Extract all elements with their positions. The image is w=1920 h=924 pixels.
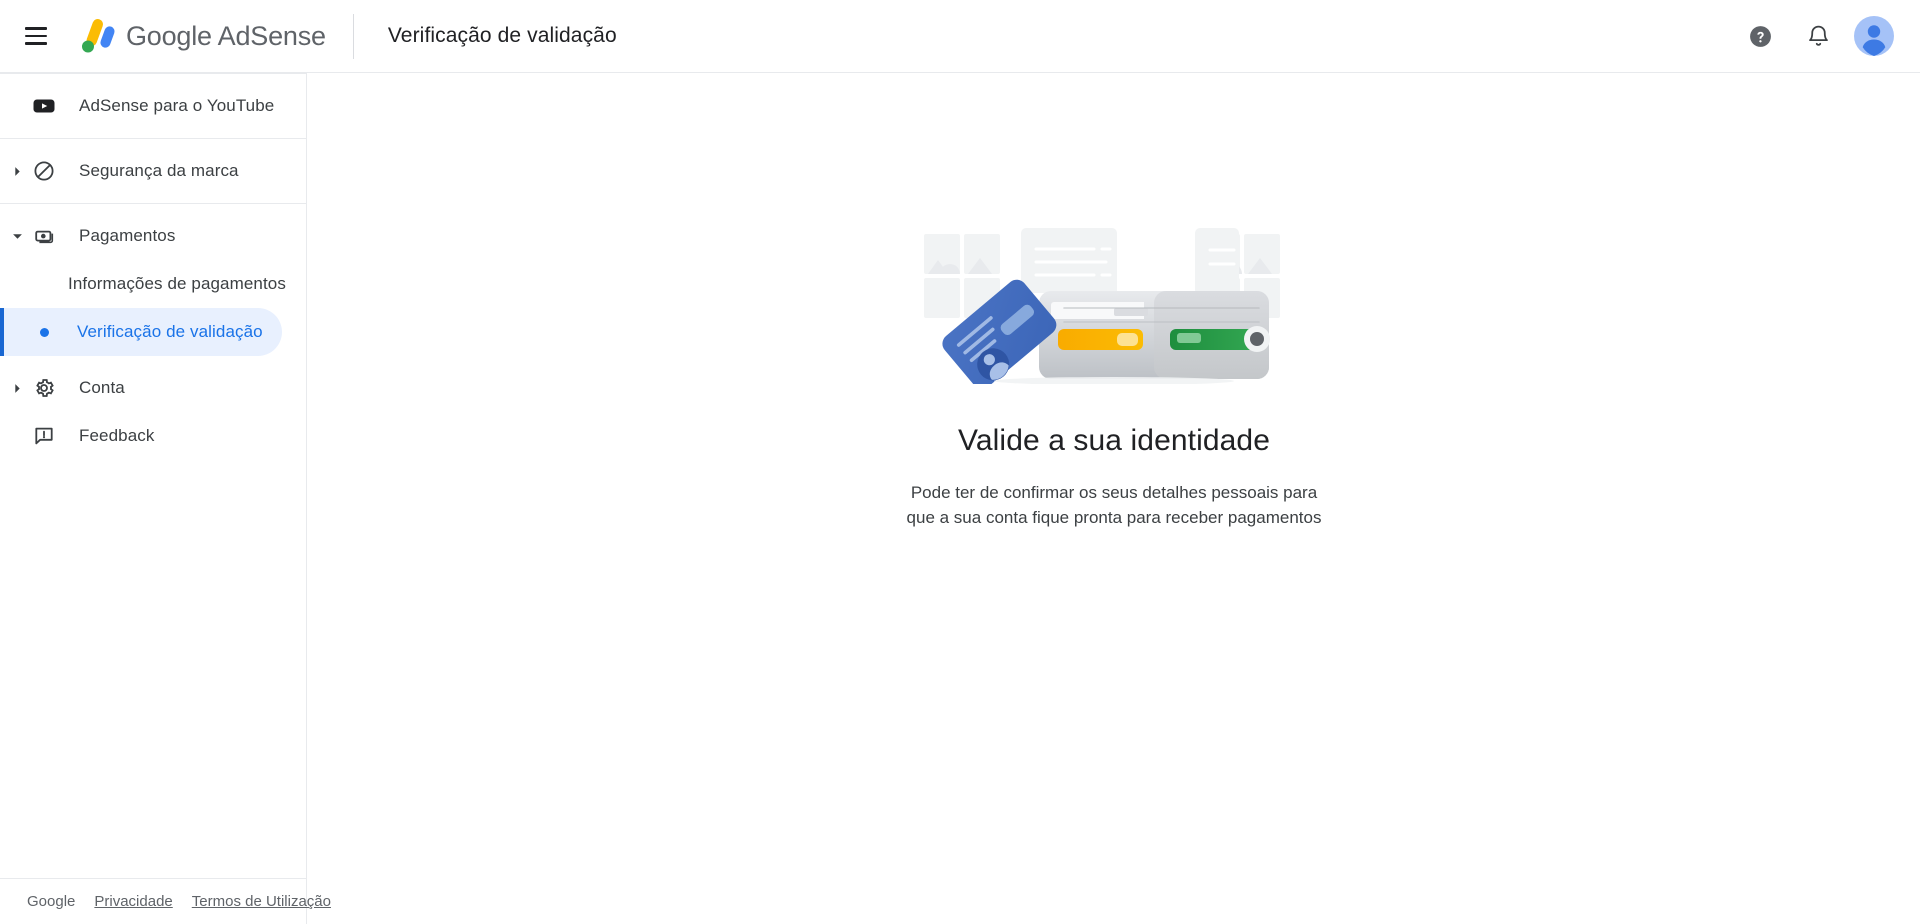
topbar-divider [352,13,354,59]
main-content-area: Valide a sua identidade Pode ter de conf… [308,73,1920,924]
identity-verification-illustration [924,228,1280,384]
sidebar-item-label: Pagamentos [79,226,176,245]
bell-icon [1808,25,1828,46]
hamburger-line [25,27,47,30]
footer-privacy-link[interactable]: Privacidade [94,893,172,910]
sidebar-item-label: Conta [79,378,125,397]
notifications-button[interactable] [1796,14,1840,58]
sidebar-scroll-area: AdSense para o YouTube Segurança da marc… [0,73,306,878]
page-title: Verificação de validação [387,24,617,47]
sidebar-item-label: AdSense para o YouTube [79,96,275,115]
help-button[interactable] [1738,14,1782,58]
youtube-icon [30,92,58,120]
avatar-icon [1854,16,1894,56]
topbar-actions [1738,14,1894,58]
brand-name: Google AdSense [126,20,326,51]
block-icon [30,157,58,185]
chevron-right-icon[interactable] [4,383,30,394]
chevron-right-icon[interactable] [4,166,30,177]
feedback-icon [30,422,58,450]
sidebar-footer: Google Privacidade Termos de Utilização [0,878,331,924]
background-document-right [1195,228,1239,295]
payments-icon [30,222,58,250]
bullet-icon [40,327,49,337]
main-subtitle-line-1: Pode ter de confirmar os seus detalhes p… [910,483,1318,502]
sidebar-item-payments[interactable]: Pagamentos [0,212,282,260]
sidebar-item-label: Segurança da marca [79,161,239,180]
top-app-bar: Google AdSense Verificação de validação [0,0,1920,73]
main-heading: Valide a sua identidade [958,424,1270,457]
wallet-illustration [1039,291,1270,379]
sidebar-subitem-label: Verificação de validação [77,322,263,341]
hamburger-line [25,42,47,45]
sidebar-group-brand-safety: Segurança da marca [0,139,306,203]
sidebar-group-youtube: AdSense para o YouTube [0,74,306,138]
help-icon [1749,25,1771,47]
account-avatar[interactable] [1854,16,1894,56]
footer-terms-link[interactable]: Termos de Utilização [192,893,331,910]
sidebar-subitem-payments-info[interactable]: Informações de pagamentos [0,260,286,308]
sidebar-item-brand-safety[interactable]: Segurança da marca [0,147,282,195]
background-document [1021,228,1117,293]
sidebar-item-youtube[interactable]: AdSense para o YouTube [0,82,282,130]
chevron-down-icon[interactable] [4,231,30,242]
sidebar-navigation: AdSense para o YouTube Segurança da marc… [0,73,331,924]
sidebar-subitem-label: Informações de pagamentos [68,274,286,293]
sidebar-item-account[interactable]: Conta [0,364,282,412]
brand-logo-link[interactable]: Google AdSense [74,0,326,72]
gear-icon [30,374,58,402]
sidebar-group-payments: Pagamentos Informações de pagamentos Ver… [0,204,306,364]
footer-google-label: Google [27,893,76,910]
adsense-logo-icon [82,19,115,53]
sidebar-item-feedback[interactable]: Feedback [0,412,282,460]
sidebar-item-label: Feedback [79,426,155,445]
main-subtitle-line-2: que a sua conta fique pronta para recebe… [906,508,1322,527]
hamburger-menu-icon[interactable] [12,12,60,60]
main-subtitle: Pode ter de confirmar os seus detalhes p… [907,480,1322,530]
sidebar-subitem-validation-check[interactable]: Verificação de validação [0,308,282,356]
hamburger-line [25,34,47,38]
